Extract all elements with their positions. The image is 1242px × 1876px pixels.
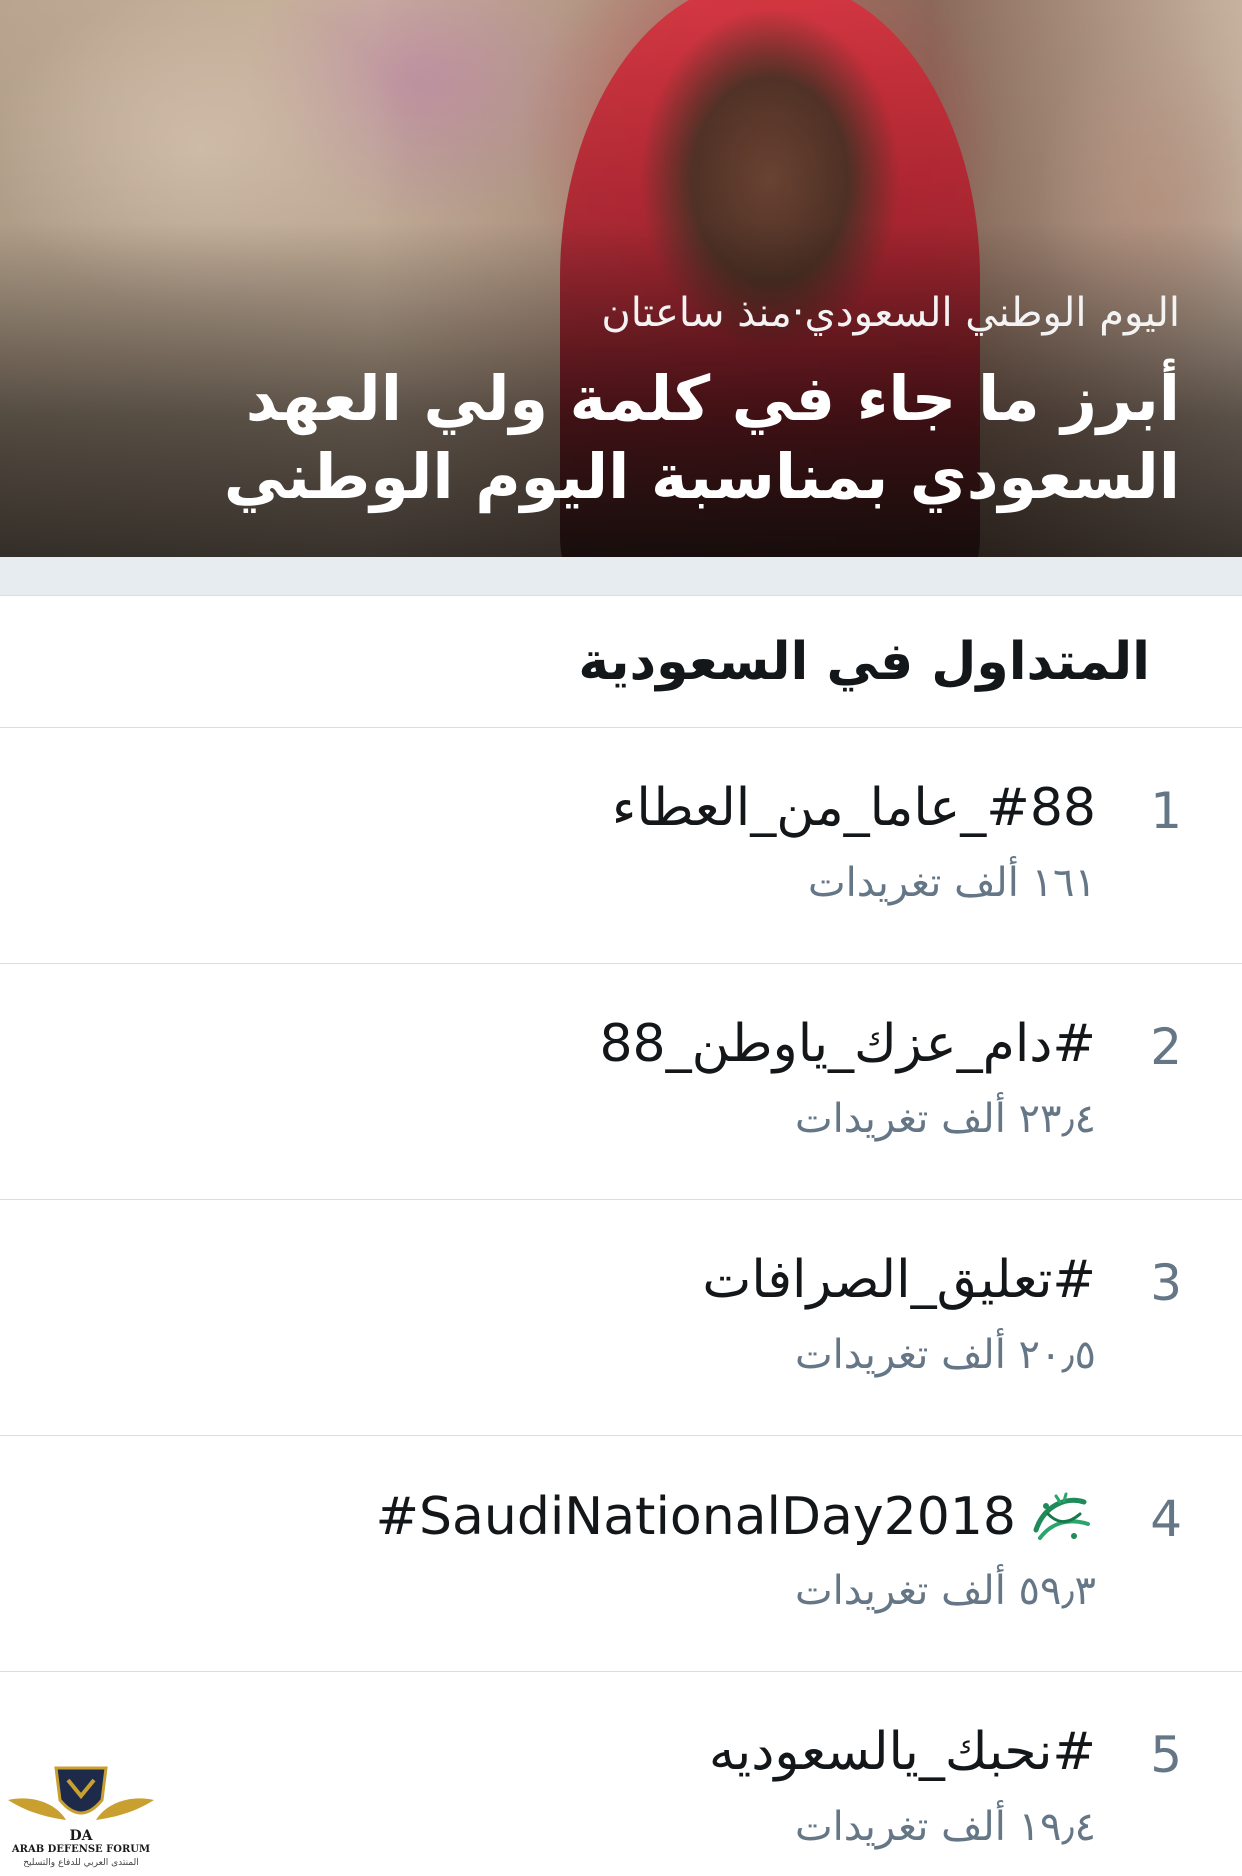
trend-item[interactable]: 3 #تعليق_الصرافات ٢٠٫٥ ألف تغريدات bbox=[0, 1200, 1242, 1436]
trend-name: #88_عاما_من_العطاء bbox=[611, 778, 1096, 838]
trend-rank: 3 bbox=[1150, 1254, 1182, 1312]
trend-name: #تعليق_الصرافات bbox=[702, 1250, 1096, 1310]
trend-count: ٥٩٫٣ ألف تغريدات bbox=[795, 1568, 1096, 1614]
trend-name-row: #SaudiNationalDay2018 bbox=[375, 1486, 1096, 1548]
trend-item[interactable]: 2 #دام_عزك_ياوطن_88 ٢٣٫٤ ألف تغريدات bbox=[0, 964, 1242, 1200]
trend-name: #دام_عزك_ياوطن_88 bbox=[599, 1014, 1096, 1074]
svg-text:DA: DA bbox=[69, 1828, 93, 1844]
trend-name: #SaudiNationalDay2018 bbox=[375, 1487, 1016, 1547]
trend-item[interactable]: 1 #88_عاما_من_العطاء ١٦١ ألف تغريدات bbox=[0, 728, 1242, 964]
section-divider bbox=[0, 557, 1242, 595]
moment-hero-card[interactable]: اليوم الوطني السعودي·منذ ساعتان أبرز ما … bbox=[0, 0, 1242, 557]
trend-item[interactable]: 5 #نحبك_يالسعوديه ١٩٫٤ ألف تغريدات bbox=[0, 1672, 1242, 1876]
trend-count: ٢٠٫٥ ألف تغريدات bbox=[795, 1332, 1096, 1378]
trend-count: ٢٣٫٤ ألف تغريدات bbox=[795, 1096, 1096, 1142]
trend-rank: 2 bbox=[1150, 1018, 1182, 1076]
trend-count: ١٩٫٤ ألف تغريدات bbox=[795, 1804, 1096, 1850]
trend-rank: 1 bbox=[1150, 782, 1182, 840]
hero-meta: اليوم الوطني السعودي·منذ ساعتان bbox=[601, 290, 1180, 336]
watermark-line1: ARAB DEFENSE FORUM bbox=[11, 1844, 151, 1855]
trend-rank: 4 bbox=[1150, 1490, 1182, 1548]
trend-count: ١٦١ ألف تغريدات bbox=[808, 860, 1096, 906]
watermark-line2: المنتدى العربي للدفاع والتسليح bbox=[23, 1858, 139, 1868]
saudi-national-day-emoji-icon bbox=[1026, 1486, 1096, 1548]
forum-watermark-logo: DA ARAB DEFENSE FORUM المنتدى العربي للد… bbox=[6, 1760, 156, 1872]
trends-header: المتداول في السعودية bbox=[0, 595, 1242, 728]
hero-title[interactable]: أبرز ما جاء في كلمة ولي العهد السعودي بم… bbox=[200, 360, 1180, 516]
trend-rank: 5 bbox=[1150, 1726, 1182, 1784]
trend-name: #نحبك_يالسعوديه bbox=[708, 1722, 1096, 1782]
eagle-shield-icon: DA bbox=[8, 1766, 154, 1844]
trend-item[interactable]: 4 #SaudiNationalDay2018 ٥٩٫٣ ألف تغريدات bbox=[0, 1436, 1242, 1672]
trends-title: المتداول في السعودية bbox=[578, 632, 1150, 692]
